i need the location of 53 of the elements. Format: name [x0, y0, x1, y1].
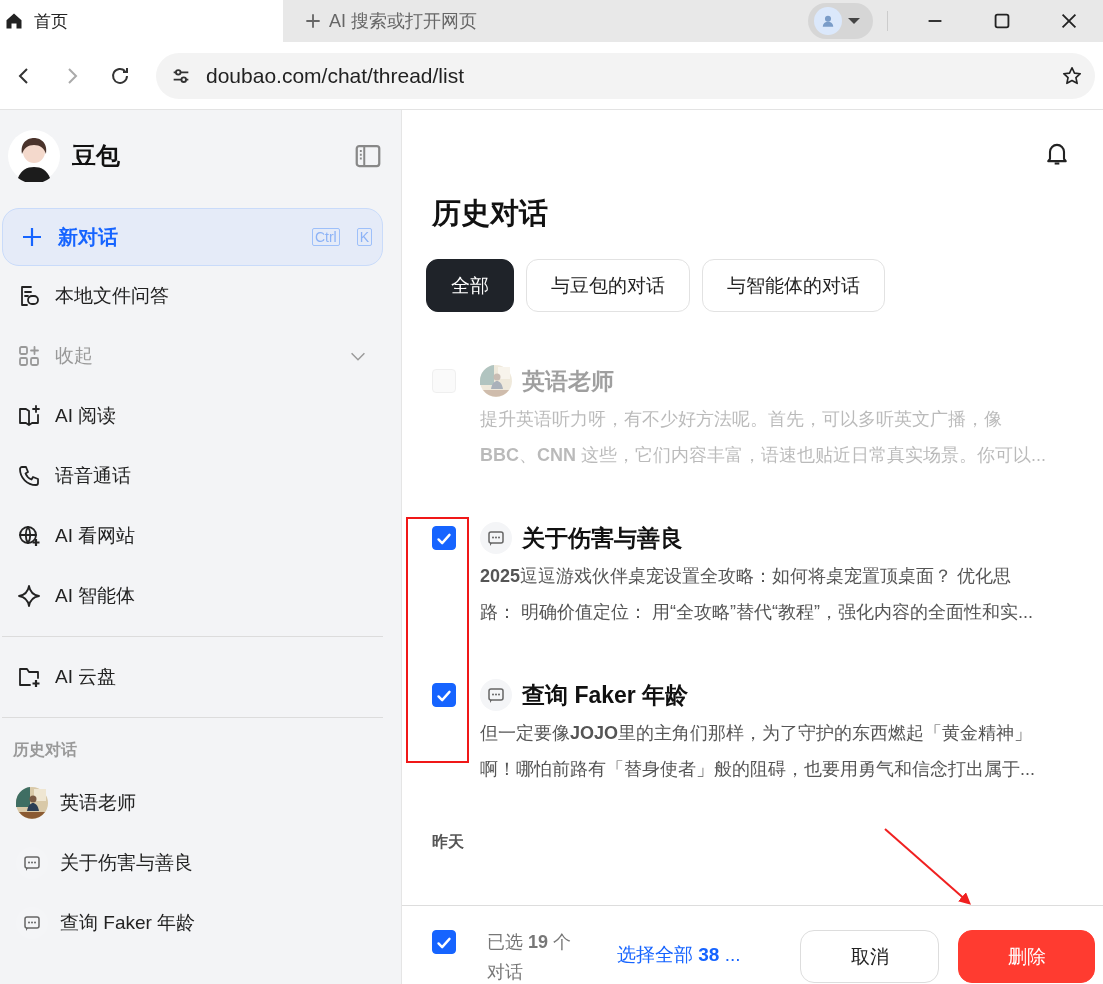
user-icon [814, 7, 842, 35]
checkbox[interactable] [432, 683, 456, 707]
filter-tab[interactable]: 与豆包的对话 [526, 259, 690, 312]
sidebar-item[interactable]: AI 阅读 [2, 386, 383, 446]
history-item[interactable]: 英语老师 [2, 773, 383, 833]
chat-bubble-icon [480, 679, 512, 711]
section-label: 历史对话 [12, 740, 78, 760]
checkbox[interactable] [432, 526, 456, 550]
delete-button[interactable]: 删除 [958, 930, 1095, 983]
phone-icon [17, 464, 41, 488]
assistant-avatar [8, 130, 60, 182]
message-preview: 提升英语听力呀，有不少好方法呢。首先，可以多听英文广播，像 [480, 408, 1003, 431]
filter-tab[interactable]: 全部 [426, 259, 514, 312]
shortcut-key: Ctrl [311, 228, 340, 246]
conversation-title: 查询 Faker 年龄 [522, 680, 689, 710]
selection-count: 已选 19 个 对话 [487, 931, 573, 984]
history-item[interactable]: 查询 Faker 年龄 [2, 893, 383, 953]
page-title: 历史对话 [431, 196, 549, 231]
filter-tab[interactable]: 与智能体的对话 [702, 259, 885, 312]
sidebar-item[interactable]: AI 云盘 [2, 647, 383, 707]
plus-icon [20, 225, 44, 249]
message-preview: 2025逗逗游戏伙伴桌宠设置全攻略：如何将桌宠置顶桌面？ 优化思 [480, 565, 1013, 588]
bookmark-star-icon[interactable] [1061, 64, 1083, 87]
new-tab-button[interactable]: AI 搜索或打开网页 [283, 9, 477, 33]
browser-tab[interactable]: 首页 [0, 0, 283, 42]
message-preview: 但一定要像JOJO里的主角们那样，为了守护的东西燃起「黄金精神」 [480, 722, 1034, 745]
caret-icon [848, 18, 860, 24]
sidebar-item[interactable]: 语音通话 [2, 446, 383, 506]
folder-plus-icon [17, 665, 41, 689]
address-bar[interactable]: doubao.com/chat/thread/list [156, 52, 1095, 99]
apps-icon [17, 344, 41, 368]
brand-name: 豆包 [72, 141, 120, 171]
chat-bubble-icon [480, 522, 512, 554]
home-icon [4, 11, 24, 31]
history-item[interactable]: 关于伤害与善良 [2, 833, 383, 893]
sidebar-item[interactable]: AI 智能体 [2, 566, 383, 626]
book-sparkle-icon [17, 404, 41, 428]
message-preview: 路： 明确价值定位： 用“全攻略”替代“教程”，强化内容的全面性和实... [480, 601, 1033, 624]
globe-sparkle-icon [17, 524, 41, 548]
message-preview: 啊！哪怕前路有「替身使者」般的阻碍，也要用勇气和信念打出属于... [480, 758, 1035, 781]
sidebar-item[interactable]: AI 看网站 [2, 506, 383, 566]
conversation-title: 英语老师 [522, 366, 614, 396]
sidebar-item[interactable]: 本地文件问答 [2, 266, 383, 326]
message-preview: BBC、CNN 这些，它们内容丰富，语速也贴近日常真实场景。你可以... [480, 444, 1046, 467]
new-chat-button[interactable]: 新对话 Ctrl K [2, 208, 383, 266]
section-label: 昨天 [432, 832, 465, 852]
select-all-checkbox[interactable] [432, 930, 456, 954]
select-all-link[interactable]: 选择全部 38 ... [617, 942, 741, 968]
shortcut-key: K [356, 228, 372, 246]
sparkle-icon [17, 584, 41, 608]
plus-icon [303, 11, 323, 31]
conversation-title: 关于伤害与善良 [522, 523, 683, 553]
cancel-button[interactable]: 取消 [800, 930, 939, 983]
